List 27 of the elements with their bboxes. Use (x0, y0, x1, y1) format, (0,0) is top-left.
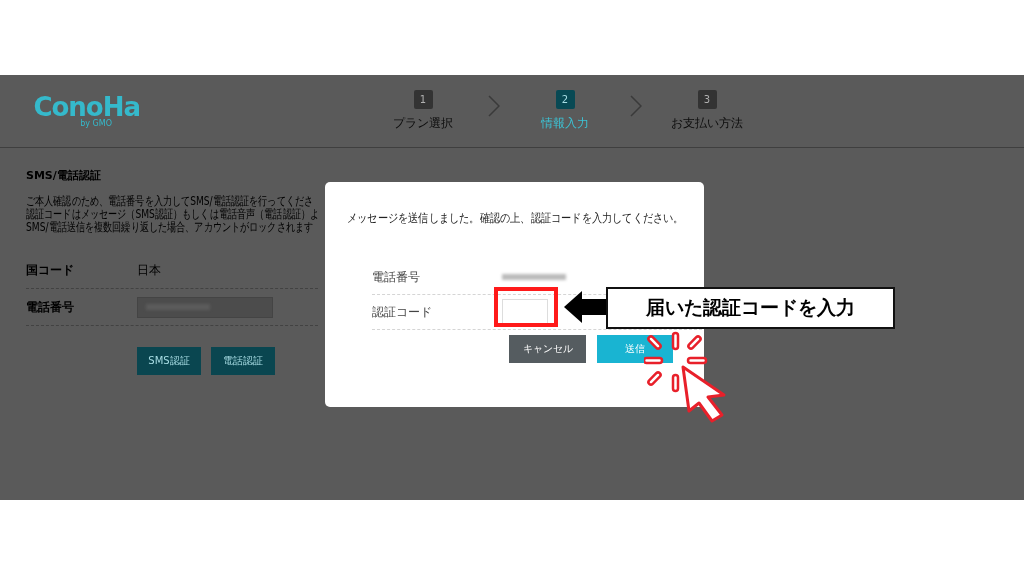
callout-text: 届いた認証コードを入力 (606, 287, 895, 329)
field-label: 国コード (26, 261, 75, 279)
chevron-right-icon (488, 95, 500, 117)
dialog-message: メッセージを送信しました。確認の上、認証コードを入力してください。 (347, 210, 684, 227)
description-text: SMS/電話送信を複数回繰り返した場合、アカウントがロックされます (26, 221, 313, 234)
field-label: 電話番号 (372, 268, 421, 286)
cancel-button[interactable]: キャンセル (509, 335, 586, 363)
description-text: ご本人確認のため、電話番号を入力してSMS/電話認証を行ってくださ (26, 195, 313, 208)
chevron-right-icon (630, 95, 642, 117)
step-number: 3 (697, 90, 717, 109)
step-label: 情報入力 (541, 115, 589, 132)
step-number: 2 (555, 90, 575, 109)
blurred-value (502, 274, 566, 280)
verify-button[interactable]: 電話認証 (211, 347, 275, 375)
section-title: SMS/電話認証 (26, 168, 102, 183)
description-text: 認証コードはメッセージ（SMS認証）もしくは電話音声（電話認証）よ (26, 208, 320, 221)
highlight-frame (494, 287, 558, 327)
arrow-left-icon (564, 291, 606, 323)
field-label: 電話番号 (26, 298, 75, 316)
code-input-field[interactable] (502, 299, 548, 325)
logo: ConoHa by GMO (32, 93, 140, 129)
step-number: 1 (413, 90, 433, 109)
step-label: プラン選択 (393, 115, 453, 132)
field-value: 日本 (137, 261, 161, 279)
verify-button[interactable]: SMS認証 (137, 347, 201, 375)
field-label: 認証コード (372, 303, 433, 321)
step-label: お支払い方法 (671, 115, 743, 132)
